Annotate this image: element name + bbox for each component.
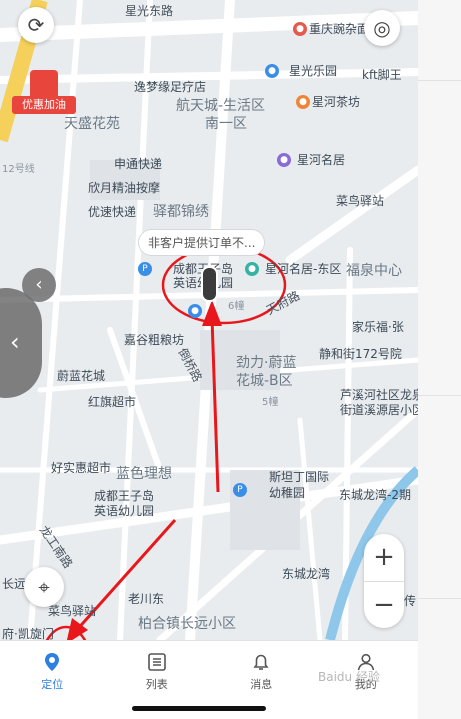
poi-label: 欣月精油按摩 bbox=[88, 181, 161, 195]
poi-label: 蓝色理想 bbox=[116, 466, 172, 482]
poi-label: 福泉中心 bbox=[346, 263, 402, 279]
zoom-control: + − bbox=[364, 534, 404, 628]
poi-label: 好实惠超市 bbox=[51, 461, 112, 475]
poi-label: 天盛花苑 bbox=[64, 116, 120, 132]
poi-label: 劲力·蔚蓝 bbox=[236, 355, 297, 371]
poi-label: 星光东路 bbox=[125, 4, 174, 18]
poi-label: 长远 bbox=[2, 577, 27, 591]
building-label: 5幢 bbox=[262, 397, 279, 408]
poi-label: 英语幼儿园 bbox=[94, 504, 155, 518]
home-indicator bbox=[132, 706, 266, 711]
tab-label: 列表 bbox=[145, 677, 168, 691]
poi-label: 静和街172号院 bbox=[319, 347, 402, 361]
promo-badge-label: 优惠加油 bbox=[12, 96, 76, 114]
tab-label: 消息 bbox=[250, 677, 273, 691]
poi-label: 星河名居 bbox=[297, 153, 346, 167]
right-edge-panel bbox=[418, 0, 461, 719]
poi-label: 柏合镇长远小区 bbox=[138, 616, 236, 632]
bell-icon bbox=[253, 654, 269, 670]
poi-label: 斯坦丁国际 bbox=[269, 470, 330, 484]
tab-locate[interactable]: 定位 bbox=[0, 641, 105, 701]
chevron-left-icon[interactable]: ‹ bbox=[22, 268, 56, 302]
poi-label: 星光乐园 bbox=[289, 64, 338, 78]
refresh-button[interactable]: ⟳ bbox=[18, 7, 54, 43]
poi-label: 花城-B区 bbox=[236, 373, 293, 389]
zoom-out-button[interactable]: − bbox=[364, 581, 404, 629]
restaurant-icon: ● bbox=[293, 22, 307, 36]
watermark: Baidu 经验 bbox=[318, 670, 380, 684]
poi-label: 申通快递 bbox=[114, 157, 163, 171]
poi-label: 星河茶坊 bbox=[312, 95, 361, 109]
poi-label: 传 bbox=[404, 594, 417, 608]
poi-label: 幼稚园 bbox=[269, 486, 306, 500]
poi-label: 星河名居-东区 bbox=[265, 262, 342, 276]
poi-label: kft脚王 bbox=[362, 68, 402, 82]
poi-label: 菜鸟驿站 bbox=[336, 194, 385, 208]
refresh-icon: ⟳ bbox=[27, 13, 45, 37]
poi-label: 逸梦缘足疗店 bbox=[134, 80, 207, 94]
drawer-chevron-icon: ‹ bbox=[10, 328, 20, 356]
location-pin-icon bbox=[45, 652, 60, 671]
side-drawer-handle[interactable] bbox=[0, 288, 42, 398]
poi-label: 芦溪河社区龙泉 bbox=[340, 388, 418, 402]
parking-icon: P bbox=[138, 262, 152, 276]
poi-label: 成都王子岛 bbox=[94, 489, 155, 503]
tab-messages[interactable]: 消息 bbox=[209, 641, 314, 701]
poi-label: 东城龙湾-2期 bbox=[339, 488, 411, 502]
poi-label: 蔚蓝花城 bbox=[57, 369, 106, 383]
poi-label: 红旗超市 bbox=[88, 395, 137, 409]
poi-label: 东城龙湾 bbox=[282, 567, 331, 581]
gas-station-icon bbox=[30, 70, 58, 96]
crosshair-icon: ⌖ bbox=[38, 575, 50, 599]
tab-label: 定位 bbox=[41, 677, 64, 691]
bus-stop-icon: ● bbox=[188, 304, 202, 318]
poi-label: 南一区 bbox=[205, 116, 247, 132]
vehicle-tooltip[interactable]: 非客户提供订单不... bbox=[138, 229, 266, 256]
map-view[interactable]: 星光东路 ● 重庆豌杂面 ● 星光乐园 kft脚王 逸梦缘足疗店 航天城-生活区… bbox=[0, 0, 418, 640]
school-icon: ● bbox=[245, 262, 259, 276]
bus-stop-icon: ● bbox=[265, 64, 279, 78]
list-icon bbox=[147, 652, 166, 671]
poi-label: 菜鸟驿站 bbox=[48, 604, 97, 618]
camera-icon: ◎ bbox=[373, 16, 391, 40]
poi-label: 老川东 bbox=[128, 592, 165, 606]
zoom-in-button[interactable]: + bbox=[364, 534, 404, 581]
road-label: 12号线 bbox=[2, 164, 35, 175]
poi-label: 航天城-生活区 bbox=[176, 98, 266, 114]
camera-button[interactable]: ◎ bbox=[364, 10, 400, 46]
tab-list[interactable]: 列表 bbox=[105, 641, 210, 701]
teahouse-icon: ● bbox=[296, 95, 310, 109]
poi-label: 府·凯旋门 bbox=[2, 627, 54, 640]
poi-label: 街道溪源居小区 bbox=[340, 403, 418, 417]
poi-label: 重庆豌杂面 bbox=[309, 22, 370, 36]
building-label: 6幢 bbox=[228, 301, 245, 312]
car-marker-icon[interactable] bbox=[203, 268, 216, 300]
parking-icon: P bbox=[233, 483, 247, 497]
poi-label: 驿都锦绣 bbox=[153, 204, 209, 220]
poi-label: 家乐福·张 bbox=[352, 320, 404, 334]
locate-me-button[interactable]: ⌖ bbox=[24, 567, 64, 607]
poi-label: 优速快递 bbox=[88, 205, 137, 219]
promo-badge[interactable]: 优惠加油 bbox=[12, 70, 76, 116]
residence-icon: ● bbox=[277, 153, 291, 167]
poi-label: 嘉谷粗粮坊 bbox=[124, 333, 185, 347]
